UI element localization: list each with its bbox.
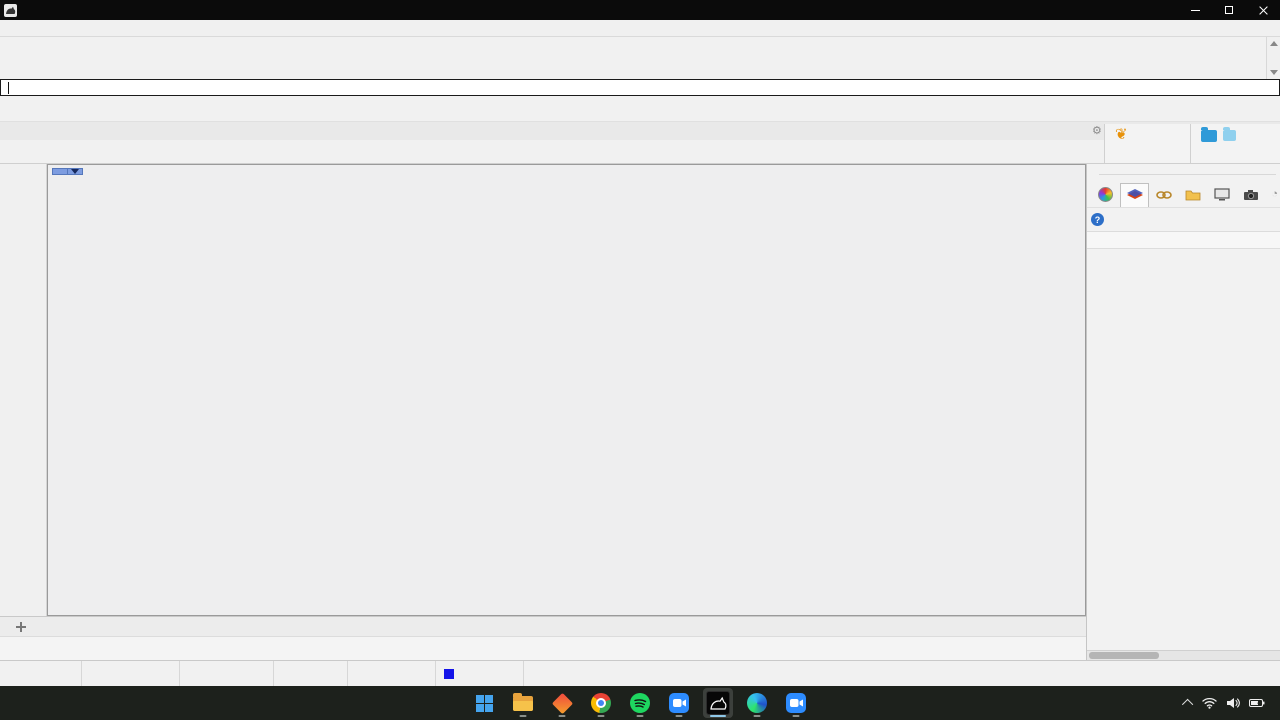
zoom-meeting-icon[interactable] — [781, 688, 811, 718]
cplane-button[interactable] — [0, 661, 82, 686]
panel-tab-bar: ◔ — [1087, 182, 1280, 208]
maximize-button[interactable] — [1212, 0, 1246, 20]
scroll-down-icon[interactable] — [1270, 70, 1278, 75]
close-button[interactable] — [1246, 0, 1280, 20]
toolbar-tab-strip: ⚙ — [0, 122, 1280, 140]
standard-toolbar — [0, 140, 1280, 164]
blue-folder-light-icon[interactable] — [1223, 130, 1236, 141]
building-render — [48, 165, 1085, 615]
rhino-window: ⚙ ❦ — [0, 0, 1280, 720]
y-coordinate — [180, 661, 274, 686]
link-icon[interactable] — [1149, 183, 1178, 207]
title-bar — [0, 0, 1280, 20]
system-tray — [1185, 686, 1274, 720]
design-app-icon[interactable] — [547, 688, 577, 718]
volume-icon[interactable] — [1226, 697, 1240, 709]
scrollbar-thumb[interactable] — [1089, 652, 1159, 659]
maple-leaf-icon[interactable]: ❦ — [1115, 128, 1128, 142]
display-properties-icon[interactable] — [1091, 183, 1120, 207]
paneling-toolbar — [0, 96, 1280, 122]
layers-horizontal-scrollbar[interactable] — [1087, 650, 1280, 660]
panel-gear-icon[interactable]: ◔ — [1271, 188, 1278, 200]
file-explorer-icon[interactable] — [508, 688, 538, 718]
tolerance-field[interactable] — [524, 661, 540, 686]
settings-gear-icon[interactable]: ⚙ — [1092, 124, 1102, 137]
viewport-canvas[interactable] — [47, 164, 1086, 616]
vray-toolbar-group: ❦ — [1104, 124, 1190, 163]
folder-icon[interactable] — [1178, 183, 1207, 207]
main-tool-palette — [0, 164, 47, 616]
layer-list — [1087, 249, 1280, 650]
layers-tab-icon[interactable] — [1120, 183, 1149, 207]
wifi-icon[interactable] — [1202, 697, 1217, 709]
current-layer-field[interactable] — [436, 661, 524, 686]
viewport-label[interactable] — [52, 168, 83, 175]
chrome-icon[interactable] — [586, 688, 616, 718]
edge-icon[interactable] — [742, 688, 772, 718]
layer-color-square — [444, 669, 454, 679]
file-toolbar-group — [1190, 124, 1280, 163]
x-coordinate — [82, 661, 180, 686]
start-button[interactable] — [469, 688, 499, 718]
windows-taskbar — [0, 686, 1280, 720]
rhino-app-icon — [4, 4, 17, 17]
add-viewport-icon[interactable] — [14, 620, 28, 634]
zoom-icon[interactable] — [664, 688, 694, 718]
battery-icon[interactable] — [1249, 698, 1265, 708]
layer-help-icon[interactable]: ? — [1091, 213, 1104, 226]
command-history[interactable] — [0, 37, 1280, 79]
scroll-up-icon[interactable] — [1270, 41, 1278, 46]
command-input[interactable] — [0, 79, 1280, 96]
rhino-icon[interactable] — [703, 688, 733, 718]
minimize-button[interactable] — [1178, 0, 1212, 20]
text-caret — [8, 82, 9, 94]
units-field[interactable] — [348, 661, 436, 686]
tray-chevron-icon[interactable] — [1182, 699, 1193, 710]
layers-panel: ◔ ? — [1086, 164, 1280, 660]
z-coordinate — [274, 661, 348, 686]
viewport-tabs — [0, 616, 1086, 636]
spotify-icon[interactable] — [625, 688, 655, 718]
display-icon[interactable] — [1207, 183, 1236, 207]
layer-list-header — [1087, 232, 1280, 249]
main-area: ◔ ? — [0, 164, 1280, 660]
layer-toolbar: ? — [1087, 208, 1280, 232]
command-history-scrollbar[interactable] — [1266, 37, 1280, 79]
status-bar — [0, 660, 1280, 686]
viewport-menu-dropdown-icon[interactable] — [68, 168, 83, 175]
blue-folder-icon[interactable] — [1201, 130, 1217, 142]
osnap-bar — [0, 636, 1086, 660]
camera-icon[interactable] — [1236, 183, 1265, 207]
menu-bar — [0, 20, 1280, 37]
